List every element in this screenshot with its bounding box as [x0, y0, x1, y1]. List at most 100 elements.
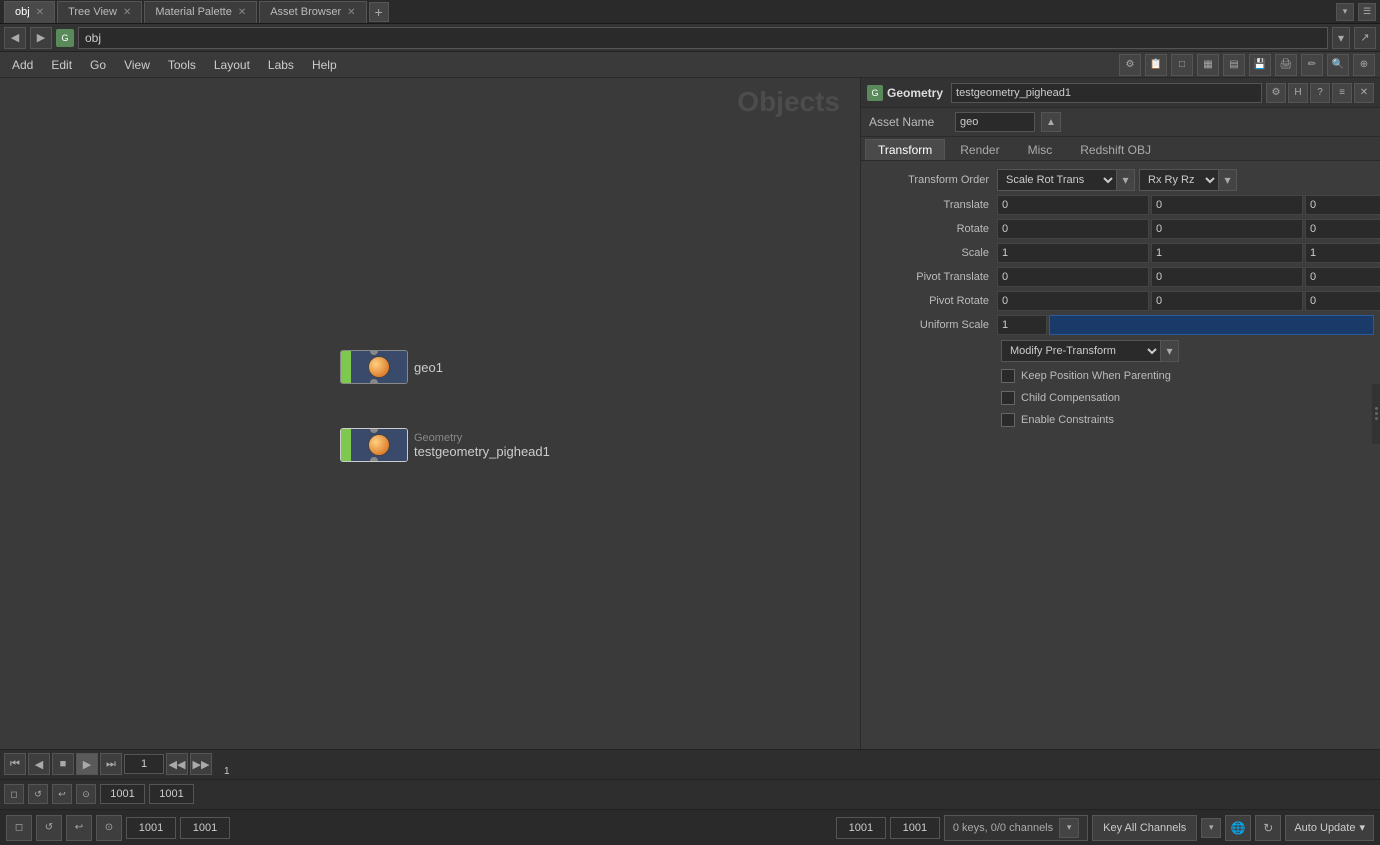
tab-assetbrowser-close[interactable]: ✕ — [347, 7, 355, 18]
pivot-translate-z[interactable] — [1305, 267, 1380, 287]
tl-frame-end[interactable] — [149, 784, 194, 804]
tab-ctrl-menu[interactable]: ☰ — [1358, 3, 1376, 21]
tl-small-btn-2[interactable]: ↺ — [28, 784, 48, 804]
node-geo1[interactable]: geo1 — [340, 350, 443, 384]
status-frame-start[interactable] — [126, 817, 176, 839]
tool-print[interactable]: 🖨 — [1275, 54, 1297, 76]
viewport[interactable]: Objects geo1 — [0, 78, 860, 749]
tab-misc[interactable]: Misc — [1015, 139, 1066, 160]
menu-help[interactable]: Help — [304, 56, 345, 74]
tab-obj[interactable]: obj ✕ — [4, 1, 55, 23]
status-key-dropdown[interactable]: ▾ — [1059, 818, 1079, 838]
scale-x[interactable] — [997, 243, 1149, 263]
tab-materialpalette-close[interactable]: ✕ — [238, 7, 246, 18]
tool-save[interactable]: 💾 — [1249, 54, 1271, 76]
node-testgeometry[interactable]: Geometry testgeometry_pighead1 — [340, 428, 550, 462]
timeline-begin-btn[interactable]: ⏮ — [4, 753, 26, 775]
props-hdr-settings[interactable]: ⚙ — [1266, 83, 1286, 103]
status-frame-right-start[interactable] — [836, 817, 886, 839]
menu-view[interactable]: View — [116, 56, 158, 74]
tool-zoom[interactable]: ⊕ — [1353, 54, 1375, 76]
menu-tools[interactable]: Tools — [160, 56, 204, 74]
tool-edit[interactable]: ✏ — [1301, 54, 1323, 76]
key-all-channels-button[interactable]: Key All Channels — [1092, 815, 1197, 841]
props-hdr-close[interactable]: ✕ — [1354, 83, 1374, 103]
tool-copy[interactable]: 📋 — [1145, 54, 1167, 76]
status-btn-1[interactable]: ◻ — [6, 815, 32, 841]
addr-end-btn[interactable]: ↗ — [1354, 27, 1376, 49]
status-frame-end[interactable] — [180, 817, 230, 839]
modify-pre-select[interactable]: Modify Pre-Transform — [1001, 340, 1161, 362]
address-dropdown[interactable]: ▾ — [1332, 27, 1350, 49]
resize-handle[interactable] — [1372, 384, 1380, 444]
timeline-prev-btn[interactable]: ◀ — [28, 753, 50, 775]
timeline-skip-back-btn[interactable]: ◀◀ — [166, 753, 188, 775]
pivot-translate-y[interactable] — [1151, 267, 1303, 287]
props-hdr-help2[interactable]: H — [1288, 83, 1308, 103]
translate-x[interactable] — [997, 195, 1149, 215]
tab-materialpalette[interactable]: Material Palette ✕ — [144, 1, 257, 23]
timeline-skip-fwd-btn[interactable]: ▶▶ — [190, 753, 212, 775]
rot-order-select[interactable]: Rx Ry Rz — [1139, 169, 1219, 191]
tool-grid2[interactable]: ▤ — [1223, 54, 1245, 76]
tab-ctrl-dropdown[interactable]: ▾ — [1336, 3, 1354, 21]
tab-render[interactable]: Render — [947, 139, 1012, 160]
tab-add-button[interactable]: + — [369, 2, 389, 22]
tab-treeview[interactable]: Tree View ✕ — [57, 1, 142, 23]
transform-order-select[interactable]: Scale Rot Trans — [997, 169, 1117, 191]
rotate-y[interactable] — [1151, 219, 1303, 239]
tab-redshift[interactable]: Redshift OBJ — [1067, 139, 1164, 160]
tab-transform[interactable]: Transform — [865, 139, 945, 160]
status-btn-2[interactable]: ↺ — [36, 815, 62, 841]
uniform-scale-input[interactable] — [997, 315, 1047, 335]
tl-small-btn-1[interactable]: ◻ — [4, 784, 24, 804]
rotate-x[interactable] — [997, 219, 1149, 239]
pivot-rotate-y[interactable] — [1151, 291, 1303, 311]
menu-labs[interactable]: Labs — [260, 56, 302, 74]
timeline-play-btn[interactable]: ▶ — [76, 753, 98, 775]
key-all-channels-arrow[interactable]: ▾ — [1201, 818, 1221, 838]
modify-pre-arrow[interactable]: ▾ — [1161, 340, 1179, 362]
tool-search[interactable]: 🔍 — [1327, 54, 1349, 76]
enable-constraints-checkbox[interactable] — [1001, 413, 1015, 427]
rotate-z[interactable] — [1305, 219, 1380, 239]
timeline-end-btn[interactable]: ⏭ — [100, 753, 122, 775]
tl-small-btn-4[interactable]: ⊙ — [76, 784, 96, 804]
props-hdr-menu[interactable]: ≡ — [1332, 83, 1352, 103]
status-btn-4[interactable]: ⊙ — [96, 815, 122, 841]
timeline-stop-btn[interactable]: ■ — [52, 753, 74, 775]
translate-y[interactable] — [1151, 195, 1303, 215]
status-globe-icon[interactable]: 🌐 — [1225, 815, 1251, 841]
tl-frame-start[interactable] — [100, 784, 145, 804]
props-hdr-question[interactable]: ? — [1310, 83, 1330, 103]
props-name-input[interactable] — [951, 83, 1262, 103]
scale-z[interactable] — [1305, 243, 1380, 263]
pivot-translate-x[interactable] — [997, 267, 1149, 287]
menu-add[interactable]: Add — [4, 56, 41, 74]
tab-obj-close[interactable]: ✕ — [36, 7, 44, 18]
translate-z[interactable] — [1305, 195, 1380, 215]
asset-name-input[interactable] — [955, 112, 1035, 132]
tab-assetbrowser[interactable]: Asset Browser ✕ — [259, 1, 366, 23]
tool-box[interactable]: □ — [1171, 54, 1193, 76]
menu-go[interactable]: Go — [82, 56, 114, 74]
child-compensation-checkbox[interactable] — [1001, 391, 1015, 405]
status-refresh-icon[interactable]: ↻ — [1255, 815, 1281, 841]
status-frame-right-end[interactable] — [890, 817, 940, 839]
address-input[interactable] — [78, 27, 1328, 49]
tab-treeview-close[interactable]: ✕ — [123, 7, 131, 18]
tl-small-btn-3[interactable]: ↩ — [52, 784, 72, 804]
auto-update-button[interactable]: Auto Update ▾ — [1285, 815, 1374, 841]
scale-y[interactable] — [1151, 243, 1303, 263]
keep-position-checkbox[interactable] — [1001, 369, 1015, 383]
tool-grid1[interactable]: ▦ — [1197, 54, 1219, 76]
asset-name-arrow[interactable]: ▲ — [1041, 112, 1061, 132]
tool-settings[interactable]: ⚙ — [1119, 54, 1141, 76]
back-button[interactable]: ◀ — [4, 27, 26, 49]
menu-layout[interactable]: Layout — [206, 56, 258, 74]
forward-button[interactable]: ▶ — [30, 27, 52, 49]
status-btn-3[interactable]: ↩ — [66, 815, 92, 841]
menu-edit[interactable]: Edit — [43, 56, 80, 74]
pivot-rotate-z[interactable] — [1305, 291, 1380, 311]
timeline-frame-input[interactable] — [124, 754, 164, 774]
